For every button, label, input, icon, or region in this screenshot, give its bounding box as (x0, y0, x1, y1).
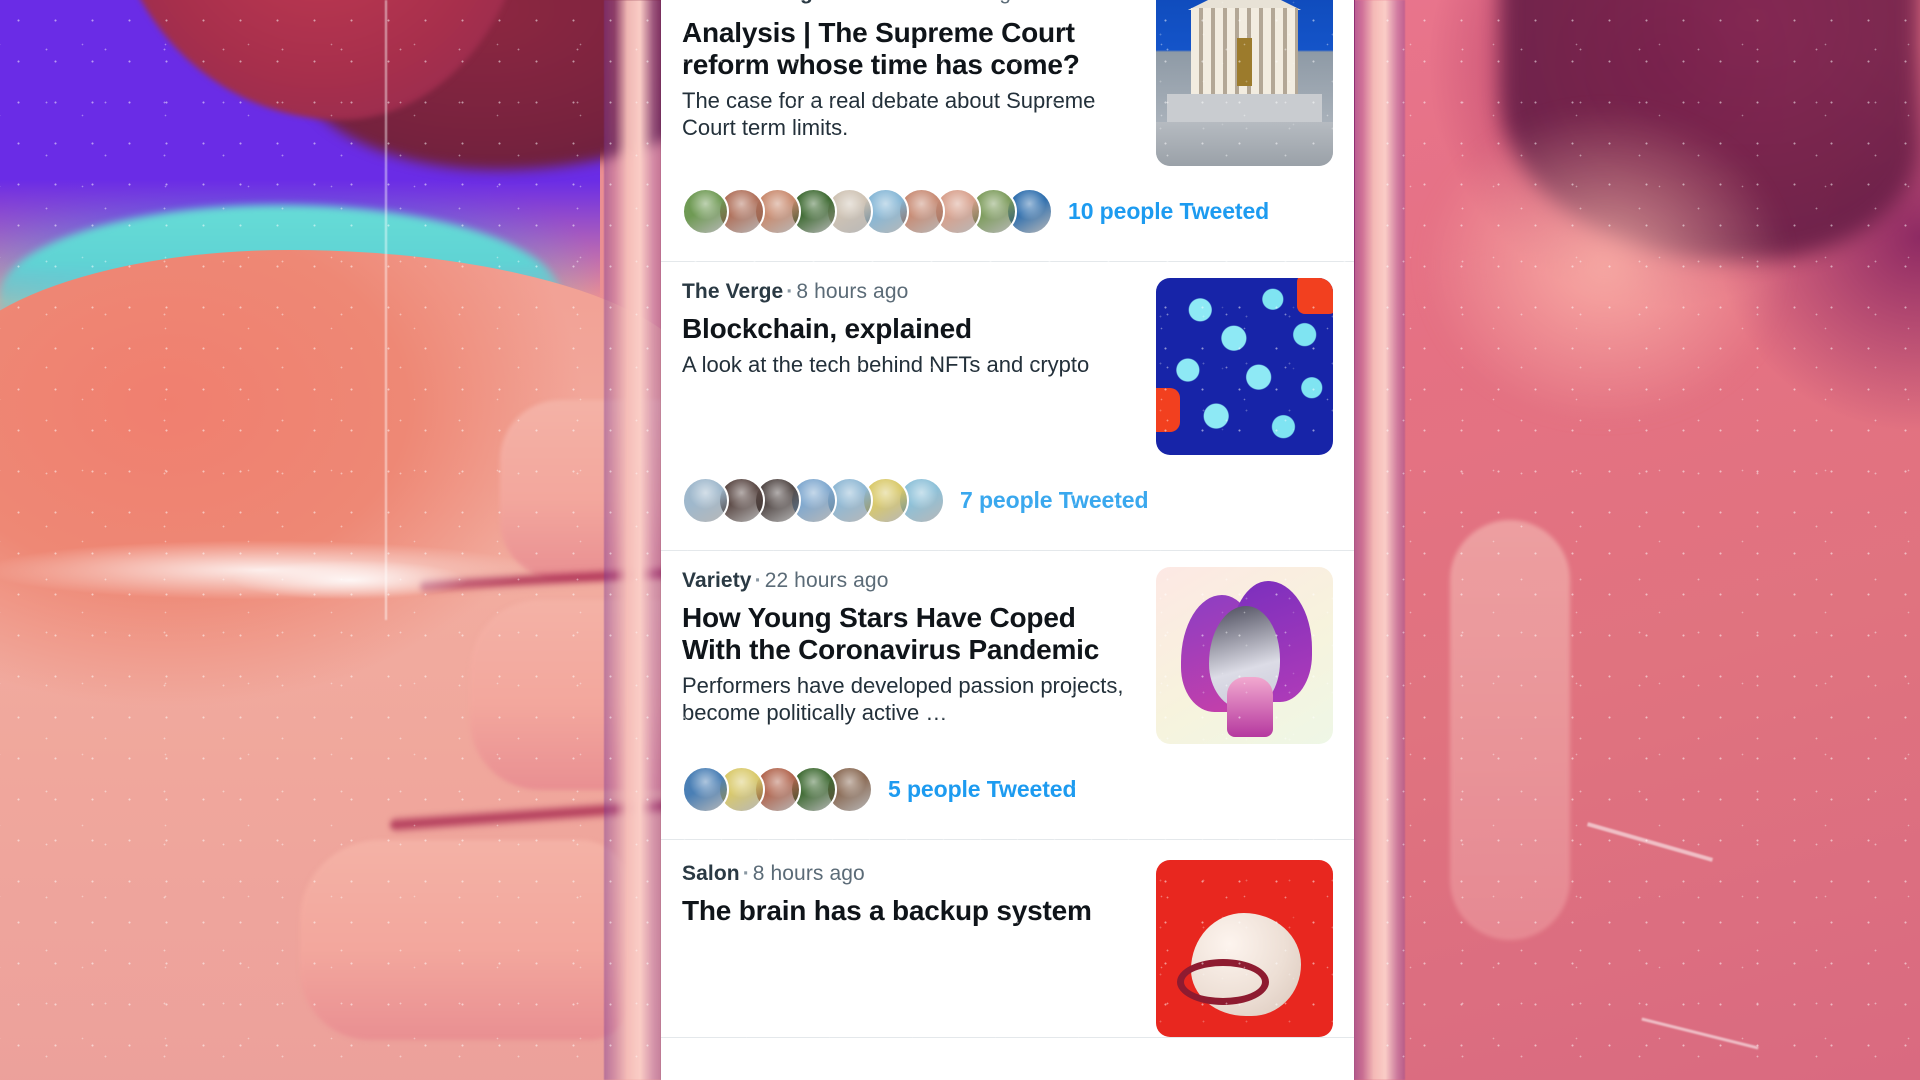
background-right-finger (1450, 520, 1570, 940)
tweeted-count-label[interactable]: 10 people Tweeted (1068, 198, 1269, 225)
silhouette-neck (1226, 676, 1273, 737)
summary: Performers have developed passion projec… (682, 672, 1124, 725)
article-thumbnail-supreme-court[interactable] (1156, 0, 1333, 166)
card-meta: Variety · 22 hours ago (682, 565, 1140, 593)
source-name: The Washington Post (682, 0, 898, 4)
news-card-washington-post[interactable]: The Washington Post·9 hours ago Analysis… (661, 0, 1354, 262)
article-thumbnail-blockchain[interactable] (1156, 278, 1333, 455)
tweeted-row[interactable]: 10 people Tweeted (682, 166, 1333, 261)
meta-separator: · (754, 569, 762, 592)
timestamp: 8 hours ago (796, 280, 909, 303)
avatar-stack[interactable] (682, 477, 945, 524)
timestamp: 8 hours ago (752, 862, 865, 885)
tweeted-row[interactable]: 5 people Tweeted (682, 744, 1333, 839)
card-meta: The Washington Post·9 hours ago (682, 0, 1140, 8)
background-right-hand (1355, 0, 1920, 1080)
card-meta: Salon · 8 hours ago (682, 858, 1140, 886)
background-right-scratch (1586, 822, 1714, 862)
meta-separator: · (786, 280, 794, 303)
court-steps-shape (1156, 122, 1333, 166)
timestamp: 9 hours ago (911, 0, 1023, 4)
photo-scene: The Washington Post·9 hours ago Analysis… (0, 0, 1920, 1080)
headline[interactable]: Blockchain, explained (682, 313, 1140, 345)
source-name: Salon (682, 862, 740, 885)
blockchain-accent-top (1297, 278, 1333, 314)
phone-bezel-right (1353, 0, 1405, 1080)
tweeted-count-label[interactable]: 7 people Tweeted (960, 487, 1149, 514)
avatar[interactable] (682, 477, 729, 524)
news-card-variety[interactable]: Variety · 22 hours ago How Young Stars Hav… (661, 551, 1354, 840)
avatar-stack[interactable] (682, 188, 1053, 235)
avatar[interactable] (682, 188, 729, 235)
meta-separator: · (742, 862, 750, 885)
background-left-hand (0, 0, 760, 1080)
glasses-shape (1177, 959, 1270, 1006)
source-name: Variety (682, 569, 752, 592)
card-meta: The Verge · 8 hours ago (682, 276, 1140, 304)
article-thumbnail-brain[interactable] (1156, 860, 1333, 1037)
tweeted-count-label[interactable]: 5 people Tweeted (888, 776, 1077, 803)
blockchain-accent-left (1156, 387, 1180, 432)
news-card-the-verge[interactable]: The Verge · 8 hours ago Blockchain, explai… (661, 262, 1354, 551)
headline[interactable]: The brain has a backup system (682, 895, 1140, 927)
article-thumbnail-young-stars[interactable] (1156, 567, 1333, 744)
background-right-glow (1415, 100, 1795, 430)
phone-screen: The Washington Post·9 hours ago Analysis… (661, 0, 1354, 1080)
meta-separator: · (898, 0, 911, 4)
avatar-stack[interactable] (682, 766, 873, 813)
headline[interactable]: How Young Stars Have Coped With the Coro… (682, 602, 1140, 666)
timestamp: 22 hours ago (764, 569, 889, 592)
background-finger-3 (300, 840, 630, 1040)
court-door-shape (1237, 38, 1252, 86)
headline[interactable]: Analysis | The Supreme Court reform whos… (682, 17, 1140, 81)
avatar[interactable] (682, 766, 729, 813)
summary: The case for a real debate about Supreme… (682, 87, 1096, 140)
phone-bezel-left (604, 0, 662, 1080)
tweeted-row[interactable]: 7 people Tweeted (682, 455, 1333, 550)
news-card-salon[interactable]: Salon · 8 hours ago The brain has a backup… (661, 840, 1354, 1038)
film-scratch-vertical (385, 0, 387, 620)
summary: A look at the tech behind NFTs and crypt… (682, 351, 1090, 377)
background-highlight-spot (230, 560, 470, 600)
source-name: The Verge (682, 280, 784, 303)
